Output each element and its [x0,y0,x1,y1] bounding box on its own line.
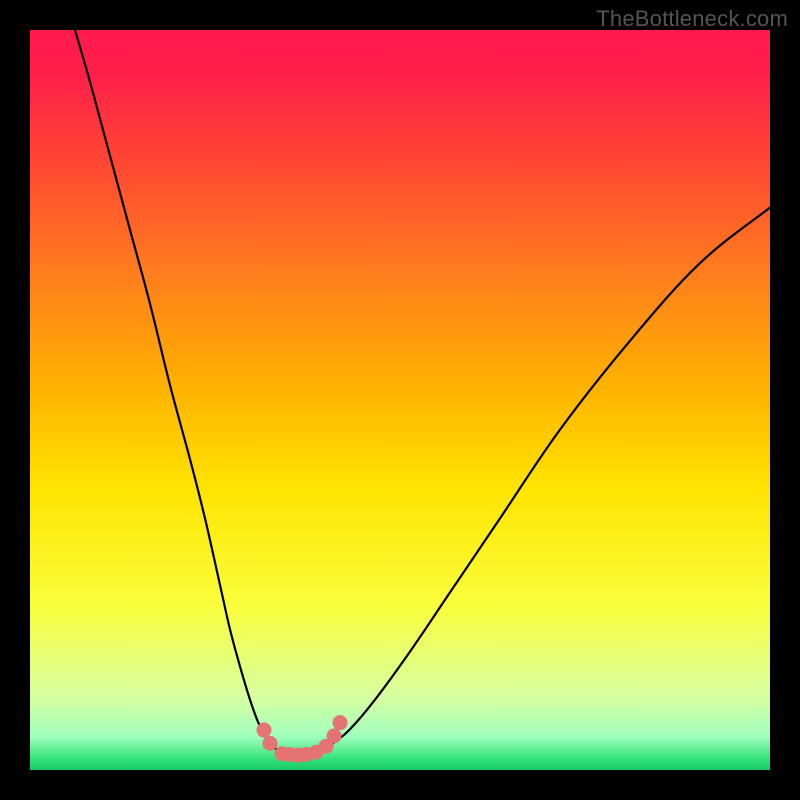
bottleneck-curve [75,30,770,756]
valley-marker [263,736,278,751]
curve-layer [30,30,770,770]
valley-markers [257,715,348,763]
valley-marker [257,723,272,738]
plot-area [30,30,770,770]
valley-marker [333,715,348,730]
valley-marker [327,728,342,743]
outer-frame: TheBottleneck.com [0,0,800,800]
watermark-text: TheBottleneck.com [596,6,788,32]
